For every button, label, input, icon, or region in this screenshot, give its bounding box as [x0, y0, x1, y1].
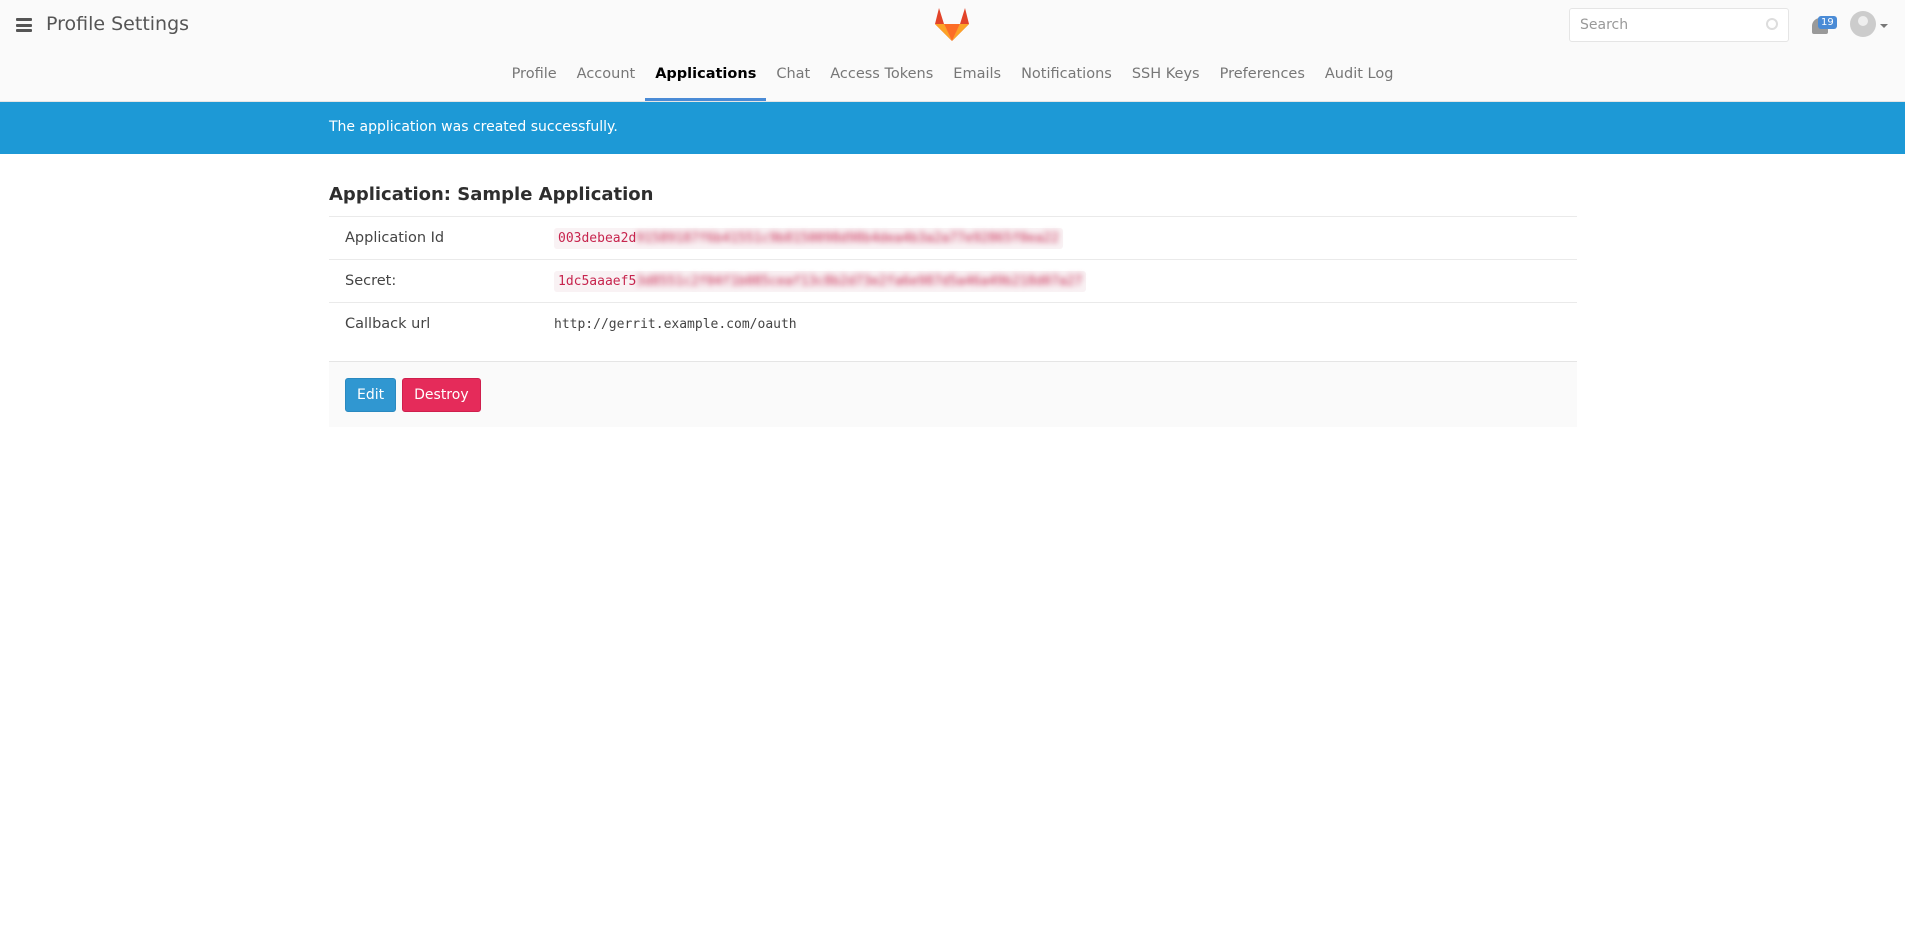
edit-button[interactable]: Edit — [345, 378, 397, 412]
settings-tabs: Profile Account Applications Chat Access Tok… — [0, 58, 1905, 101]
gitlab-logo[interactable] — [933, 6, 971, 42]
top-header: Profile Settings Search 19 Profile Accoun… — [0, 0, 1905, 102]
destroy-button[interactable]: Destroy — [402, 378, 481, 412]
chevron-down-icon[interactable] — [1880, 24, 1888, 28]
row-secret: Secret: 1dc5aaaef53d8551c2f04f1b085ceaf1… — [329, 259, 1577, 302]
row-application-id: Application Id 003debea2d91589187f6b4155… — [329, 216, 1577, 259]
callback-url-value: http://gerrit.example.com/oauth — [554, 316, 797, 332]
menu-icon[interactable] — [16, 18, 32, 32]
secret-value[interactable]: 1dc5aaaef53d8551c2f04f1b085ceaf13c8b2d73… — [554, 270, 1087, 292]
row-callback-url: Callback url http://gerrit.example.com/o… — [329, 302, 1577, 345]
tab-preferences[interactable]: Preferences — [1210, 58, 1315, 100]
tab-ssh-keys[interactable]: SSH Keys — [1122, 58, 1210, 100]
tab-access-tokens[interactable]: Access Tokens — [820, 58, 943, 100]
application-id-value[interactable]: 003debea2d91589187f6b41551c9b8150098d98b… — [554, 227, 1063, 249]
search-input[interactable]: Search — [1569, 8, 1789, 42]
search-icon — [1766, 18, 1778, 30]
application-heading: Application: Sample Application — [329, 184, 654, 205]
form-actions: Edit Destroy — [329, 361, 1577, 427]
avatar[interactable] — [1850, 11, 1876, 37]
tab-applications[interactable]: Applications — [645, 58, 767, 101]
tab-notifications[interactable]: Notifications — [1011, 58, 1122, 100]
tab-profile[interactable]: Profile — [502, 58, 567, 100]
notification-badge[interactable]: 19 — [1818, 16, 1837, 29]
application-details: Application: Sample Application Applicat… — [329, 184, 1577, 427]
flash-success: The application was created successfully… — [0, 102, 1905, 154]
page-title: Profile Settings — [46, 13, 190, 35]
tab-chat[interactable]: Chat — [766, 58, 820, 100]
tab-account[interactable]: Account — [567, 58, 646, 100]
tab-audit-log[interactable]: Audit Log — [1315, 58, 1404, 100]
tab-emails[interactable]: Emails — [943, 58, 1011, 100]
